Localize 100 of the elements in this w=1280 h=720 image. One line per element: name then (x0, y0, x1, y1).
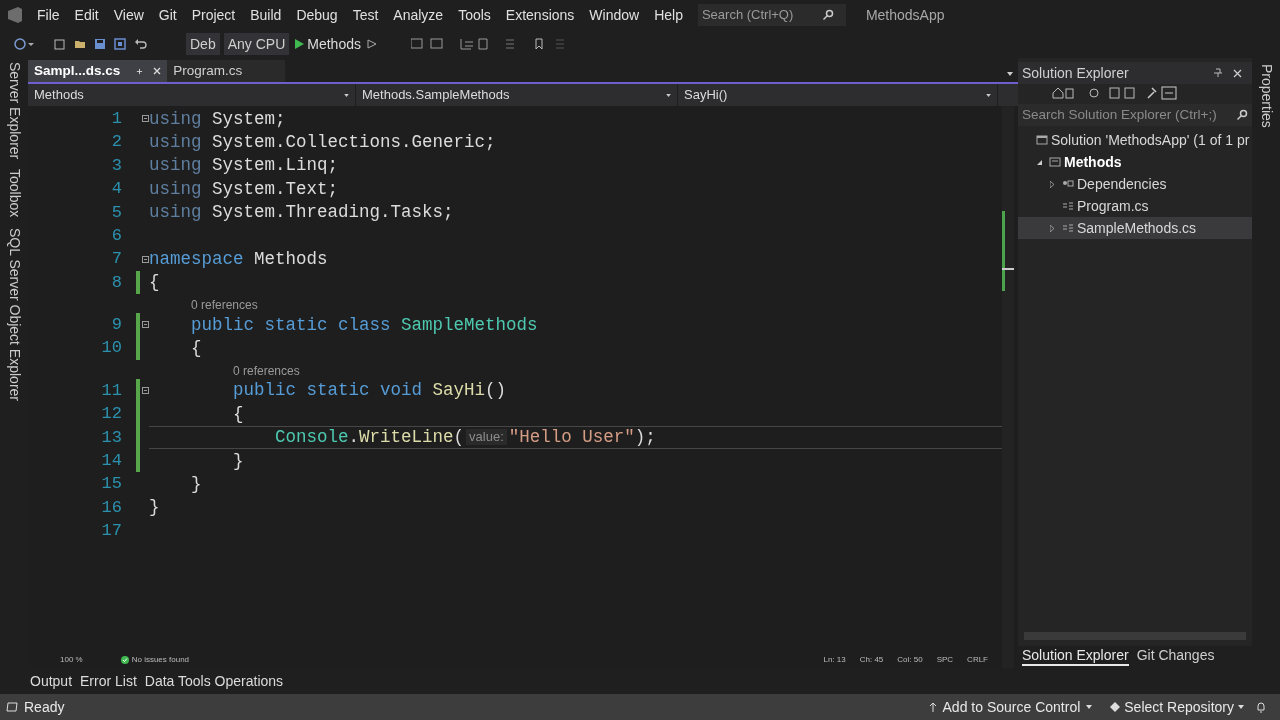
tree-item[interactable]: SampleMethods.cs (1018, 217, 1252, 239)
collapse-icon[interactable] (142, 115, 149, 123)
tool-window-tab[interactable]: Toolbox (3, 169, 25, 218)
diamond-icon (1110, 702, 1121, 712)
codelens-text[interactable]: 0 references (233, 362, 300, 379)
tree-item[interactable]: Solution 'MethodsApp' (1 of 1 pr (1018, 129, 1252, 151)
pin-icon[interactable] (136, 67, 144, 75)
notification-icon[interactable] (1256, 701, 1266, 713)
line-number: 1 (110, 107, 123, 130)
code-line: public static void SayHi() (232, 379, 507, 403)
menu-item[interactable]: Git (151, 4, 184, 26)
code-line: { (149, 271, 160, 295)
tool-window-tab[interactable]: Properties (1255, 64, 1277, 128)
line-number: 4 (110, 178, 123, 201)
editor-status-item[interactable]: SPC (936, 654, 954, 666)
code-line: } (232, 449, 244, 473)
line-number: 14 (100, 450, 123, 473)
code-line: using System.Linq; (149, 154, 339, 178)
document-tab[interactable]: Program.cs (167, 60, 286, 82)
line-number: 15 (100, 473, 123, 496)
menu-item[interactable]: Build (243, 4, 289, 26)
window-title: MethodsApp (865, 5, 945, 25)
menu-item[interactable]: Debug (289, 4, 345, 26)
tree-item[interactable]: Program.cs (1018, 195, 1252, 217)
search-field[interactable]: Search Solution Explorer (Ctrl+;) (1018, 104, 1252, 126)
collapsed-arrow-icon[interactable] (1050, 224, 1054, 232)
close-icon[interactable] (1233, 68, 1242, 78)
play-outline-icon[interactable] (366, 39, 377, 49)
editor-status-item[interactable]: Ch: 45 (859, 654, 884, 666)
code-line: using System.Text; (149, 177, 339, 201)
menu-item[interactable]: Tools (451, 4, 498, 26)
editor-status-item[interactable]: Col: 50 (897, 654, 923, 666)
code-line: namespace Methods (149, 247, 328, 271)
line-number: 9 (110, 314, 123, 337)
new-item-icon[interactable] (54, 38, 66, 50)
tool-window-tab[interactable]: Server Explorer (3, 62, 25, 160)
app-logo-icon (6, 6, 24, 24)
menu-item[interactable]: Test (345, 4, 386, 26)
undo-icon[interactable] (134, 38, 148, 50)
tree-item[interactable]: Methods (1018, 151, 1252, 173)
issues-status[interactable]: No issues found (131, 654, 190, 666)
save-all-icon[interactable] (114, 38, 126, 50)
editor-status-item[interactable]: CRLF (967, 654, 988, 666)
line-number: 8 (110, 271, 123, 294)
line-number: 16 (100, 496, 123, 519)
panel-tab[interactable]: Solution Explorer (1022, 646, 1129, 666)
line-number: 10 (100, 337, 123, 360)
menu-item[interactable]: Window (582, 4, 647, 26)
platform-dropdown[interactable]: Any CPU (223, 33, 290, 55)
menu-item[interactable]: Extensions (498, 4, 582, 26)
expanded-arrow-icon[interactable] (1037, 159, 1042, 165)
editor-status-item[interactable]: Ln: 13 (823, 654, 846, 666)
repository-button[interactable]: Select Repository (1110, 696, 1244, 718)
panel-tab[interactable]: Git Changes (1136, 646, 1215, 664)
search-icon (821, 9, 834, 21)
menu-item[interactable]: Help (647, 4, 690, 26)
caret-icon (1086, 705, 1093, 709)
save-icon[interactable] (94, 38, 106, 50)
menu-item[interactable]: File (30, 4, 67, 26)
check-icon (120, 656, 129, 664)
configuration-dropdown[interactable]: Deb (186, 33, 220, 55)
code-line: { (190, 337, 202, 361)
code-line: using System.Collections.Generic; (149, 130, 496, 154)
tab-dropdown-icon[interactable] (1006, 70, 1014, 78)
source-control-button[interactable]: Add to Source Control (928, 696, 1093, 718)
line-number: 2 (110, 131, 123, 154)
play-icon (295, 39, 305, 49)
line-number: 3 (110, 154, 123, 177)
tree-item[interactable]: Dependencies (1018, 173, 1252, 195)
caret-icon (666, 93, 671, 97)
menu-item[interactable]: Analyze (386, 4, 451, 26)
collapse-icon[interactable] (142, 321, 149, 329)
close-icon[interactable] (153, 67, 162, 75)
code-line: } (190, 473, 202, 497)
vertical-scrollbar[interactable] (1002, 106, 1014, 668)
tool-window-tab[interactable]: Data Tools Operations (144, 670, 284, 692)
menu-item[interactable]: View (106, 4, 151, 26)
menu-item[interactable]: Project (184, 4, 243, 26)
solution-icon (1036, 134, 1048, 146)
collapse-icon[interactable] (142, 255, 149, 263)
codelens-text[interactable]: 0 references (191, 297, 258, 314)
status-icon (6, 702, 18, 712)
code-line: public static class SampleMethods (190, 313, 538, 337)
navigate-icon[interactable] (14, 37, 34, 51)
zoom-level[interactable]: 100 % (60, 654, 83, 666)
search-field[interactable]: Search (Ctrl+Q) (697, 4, 846, 26)
menu-item[interactable]: Edit (67, 4, 106, 26)
collapsed-arrow-icon[interactable] (1050, 180, 1054, 188)
code-line: using System; (149, 107, 286, 131)
folder-icon[interactable] (74, 38, 86, 50)
tool-window-tab[interactable]: Output (30, 670, 73, 692)
code-line: using System.Threading.Tasks; (149, 201, 454, 225)
pin-icon[interactable] (1213, 68, 1223, 78)
tool-window-tab[interactable]: Error List (80, 670, 137, 692)
line-number: 5 (110, 201, 123, 224)
line-number: 17 (100, 520, 123, 543)
run-button[interactable]: Methods (293, 33, 363, 55)
document-tab[interactable]: Sampl...ds.cs (28, 60, 168, 82)
tool-window-tab[interactable]: SQL Server Object Explorer (3, 227, 25, 401)
collapse-icon[interactable] (142, 387, 149, 395)
